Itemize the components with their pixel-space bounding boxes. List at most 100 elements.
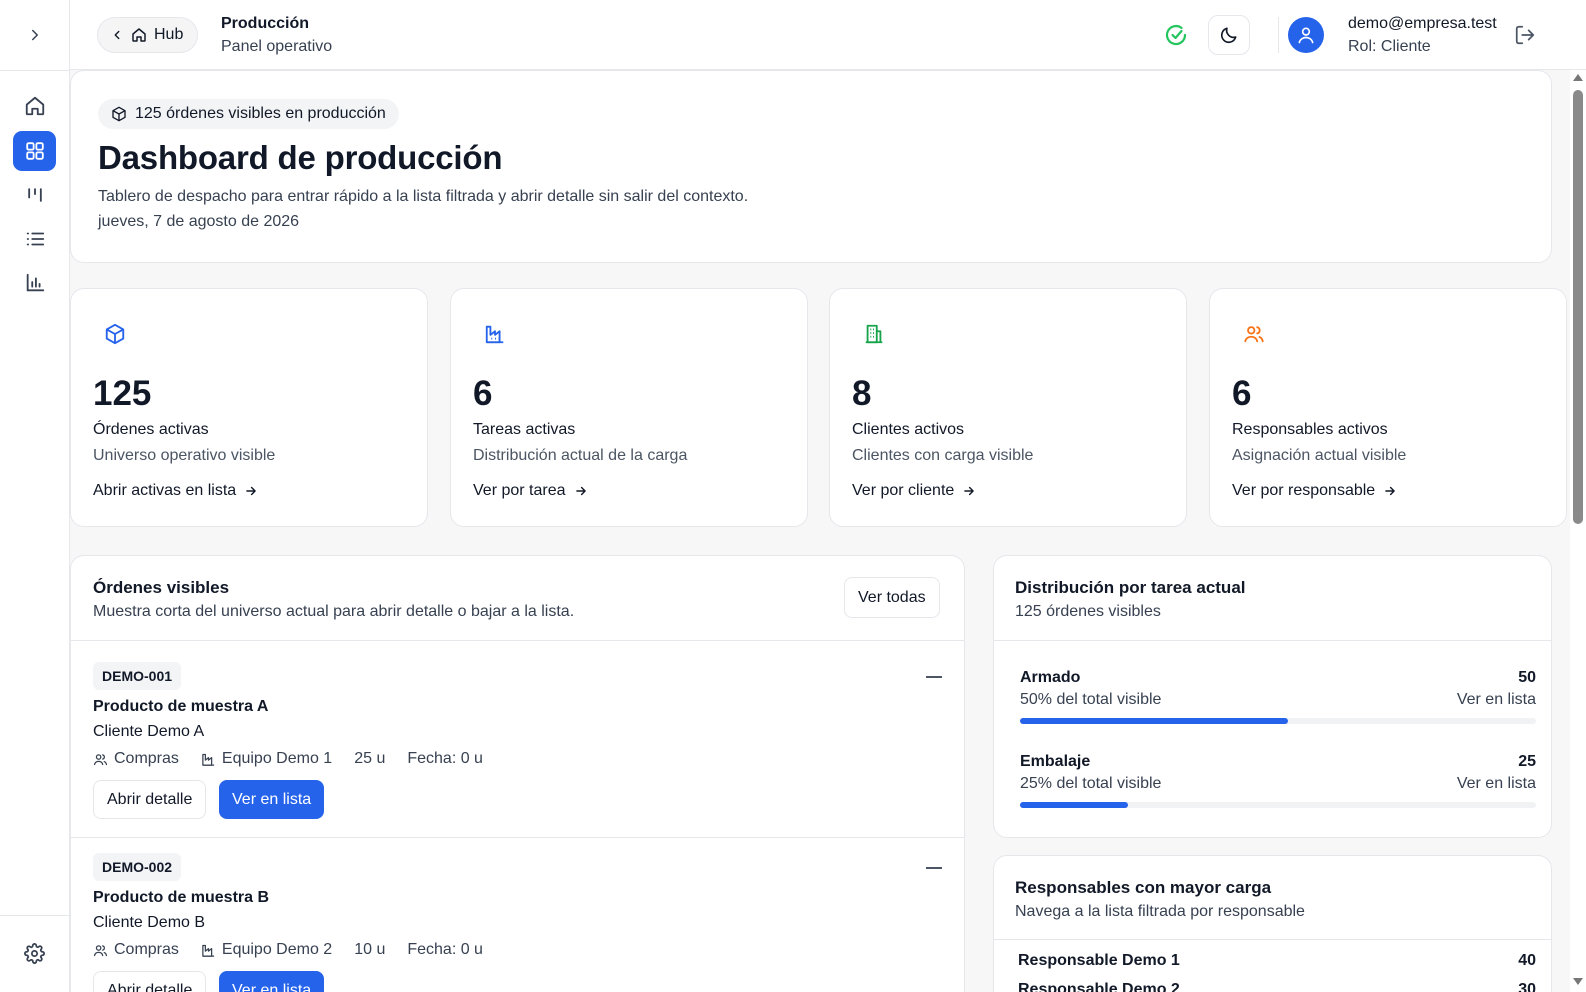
chevron-left-icon: [114, 30, 120, 40]
view-all-button[interactable]: Ver todas: [844, 577, 940, 618]
page-title: Dashboard de producción: [98, 139, 503, 176]
avatar[interactable]: [1288, 17, 1324, 53]
stat-label: Responsables activos: [1232, 421, 1388, 438]
current-date: jueves, 7 de agosto de 2026: [98, 213, 300, 230]
moon-icon: [1220, 27, 1237, 44]
users-icon: [93, 753, 108, 765]
stat-value: 8: [852, 374, 872, 413]
stat-label: Clientes activos: [852, 421, 965, 438]
panel-subtitle: Muestra corta del universo actual para a…: [93, 603, 575, 620]
scroll-down-arrow-icon[interactable]: [1573, 978, 1583, 985]
page-description: Tablero de despacho para entrar rápido a…: [98, 188, 749, 205]
progress-fill: [1020, 718, 1289, 724]
open-detail-button[interactable]: Abrir detalle: [93, 780, 207, 819]
sidebar-item-kanban[interactable]: [13, 175, 56, 215]
stat-value: 6: [1232, 374, 1252, 413]
stat-description: Distribución actual de la carga: [473, 447, 688, 464]
sidebar-item-home[interactable]: [13, 86, 56, 126]
open-detail-button[interactable]: Abrir detalle: [93, 971, 207, 992]
visible-orders-panel: Órdenes visibles Muestra corta del unive…: [70, 555, 965, 992]
arrow-right-icon: [575, 486, 586, 496]
responsable-count: 30: [1518, 981, 1536, 992]
collapse-dash-icon[interactable]: [926, 676, 942, 678]
order-area: Compras: [93, 941, 179, 959]
stat-link-tareas[interactable]: Ver por tarea: [473, 482, 588, 500]
stat-description: Asignación actual visible: [1232, 447, 1407, 464]
page-scrollbar[interactable]: [1570, 70, 1586, 992]
responsable-name: Responsable Demo 2: [1018, 981, 1180, 992]
task-count: 25: [1518, 753, 1536, 770]
stat-link-label: Ver por responsable: [1232, 482, 1376, 499]
theme-toggle-button[interactable]: [1208, 15, 1250, 55]
box-icon: [112, 106, 126, 122]
order-product: Producto de muestra B: [93, 889, 270, 906]
stat-card-tareas: 6 Tareas activas Distribución actual de …: [450, 288, 808, 527]
sidebar-item-dashboard[interactable]: [13, 131, 56, 171]
responsable-count: 40: [1518, 952, 1536, 969]
stat-card-ordenes: 125 Órdenes activas Universo operativo v…: [70, 288, 428, 527]
users-icon: [1242, 322, 1266, 346]
sidebar-divider: [0, 70, 70, 71]
stat-label: Órdenes activas: [93, 421, 209, 438]
sidebar-item-list[interactable]: [13, 219, 56, 259]
stat-description: Universo operativo visible: [93, 447, 276, 464]
order-area: Compras: [93, 750, 179, 768]
collapse-dash-icon[interactable]: [926, 867, 942, 869]
stat-link-clientes[interactable]: Ver por cliente: [852, 482, 976, 500]
logout-icon[interactable]: [1512, 22, 1538, 48]
distribution-row: Embalaje 25 25% del total visible Ver en…: [1020, 753, 1536, 813]
user-icon: [1298, 27, 1314, 44]
panel-subtitle: Navega a la lista filtrada por responsab…: [1015, 903, 1305, 920]
scrollbar-thumb[interactable]: [1573, 90, 1583, 524]
module-subtitle: Panel operativo: [221, 38, 333, 55]
order-team-label: Equipo Demo 1: [221, 750, 333, 767]
stat-label: Tareas activas: [473, 421, 576, 438]
building-icon: [862, 322, 886, 346]
task-distribution-panel: Distribución por tarea actual 125 órdene…: [993, 555, 1552, 838]
sidebar-item-settings[interactable]: [13, 933, 56, 973]
view-in-list-button[interactable]: Ver en lista: [219, 971, 325, 992]
hub-back-button[interactable]: Hub: [97, 17, 199, 53]
bar-chart-icon: [26, 273, 44, 292]
sidebar-item-reports[interactable]: [13, 263, 56, 303]
order-divider: [71, 837, 964, 838]
order-date: Fecha: 0 u: [407, 750, 483, 767]
order-code-badge: DEMO-001: [93, 662, 182, 690]
order-client: Cliente Demo B: [93, 914, 206, 931]
view-in-list-link[interactable]: Ver en lista: [1457, 691, 1536, 709]
box-icon: [103, 322, 127, 346]
stat-link-responsables[interactable]: Ver por responsable: [1232, 482, 1397, 500]
arrow-right-icon: [1385, 486, 1395, 496]
header-divider: [1278, 17, 1279, 53]
sync-status-check-icon: [1163, 22, 1189, 48]
stat-value: 125: [93, 374, 152, 413]
order-code-badge: DEMO-002: [93, 853, 182, 881]
view-in-list-link[interactable]: Ver en lista: [1457, 775, 1536, 793]
stat-card-responsables: 6 Responsables activos Asignación actual…: [1209, 288, 1567, 527]
gear-icon: [24, 942, 45, 964]
stat-link-label: Abrir activas en lista: [93, 482, 237, 499]
panel-divider: [71, 640, 964, 641]
view-in-list-button[interactable]: Ver en lista: [219, 780, 325, 819]
task-name: Embalaje: [1020, 753, 1091, 770]
arrow-right-icon: [246, 486, 256, 496]
stat-link-label: Ver por cliente: [852, 482, 955, 499]
panel-title: Distribución por tarea actual: [1015, 578, 1246, 597]
task-percentage: 25% del total visible: [1020, 775, 1162, 792]
scroll-up-arrow-icon[interactable]: [1573, 74, 1583, 81]
order-area-label: Compras: [114, 941, 179, 958]
order-area-label: Compras: [114, 750, 179, 767]
progress-fill: [1020, 802, 1129, 808]
arrow-right-icon: [964, 486, 975, 496]
grid-icon: [25, 142, 44, 160]
factory-icon: [483, 322, 507, 346]
order-team: Equipo Demo 2: [201, 941, 332, 959]
factory-icon: [202, 944, 215, 957]
task-name: Armado: [1020, 669, 1081, 686]
task-count: 50: [1518, 669, 1536, 686]
panel-subtitle: 125 órdenes visibles: [1015, 603, 1161, 620]
progress-track: [1020, 718, 1536, 724]
order-item: DEMO-001 Producto de muestra A Cliente D…: [71, 662, 964, 832]
stat-link-ordenes[interactable]: Abrir activas en lista: [93, 482, 258, 500]
expand-sidebar-chevron-icon[interactable]: [22, 22, 48, 48]
